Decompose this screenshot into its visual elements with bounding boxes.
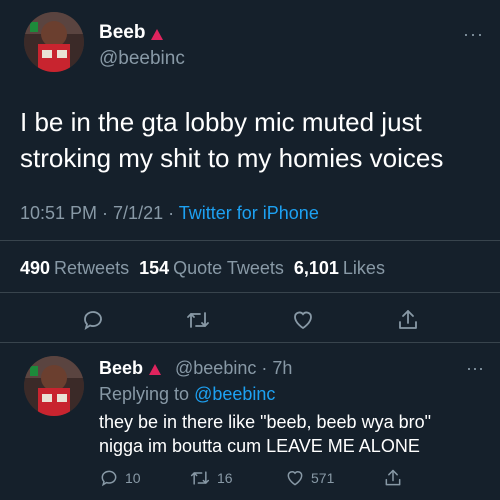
more-icon[interactable]: ··· xyxy=(466,358,484,379)
tweet-action-bar xyxy=(0,306,500,334)
author-handle[interactable]: @beebinc xyxy=(99,48,185,70)
avatar-image xyxy=(24,356,84,416)
tweet-timestamp[interactable]: 10:51 PM · 7/1/21 · xyxy=(20,203,179,223)
tweet-detail-page: Beeb @beebinc ··· I be in the gta lobby … xyxy=(0,0,500,500)
tweet-meta: 10:51 PM · 7/1/21 · Twitter for iPhone xyxy=(20,203,319,224)
share-icon[interactable] xyxy=(394,306,422,334)
reply-text: they be in there like "beeb, beeb wya br… xyxy=(99,410,489,458)
reply-count: 10 xyxy=(125,470,141,486)
reply-action-bar: 10 16 571 xyxy=(99,468,403,488)
reply-header: Beeb @beebinc · 7h xyxy=(99,358,292,379)
divider xyxy=(0,292,500,293)
author-name-row[interactable]: Beeb xyxy=(99,22,164,44)
retweet-count: 16 xyxy=(217,470,233,486)
red-triangle-icon xyxy=(149,364,162,375)
retweets-label: Retweets xyxy=(54,258,130,278)
reply-share-button[interactable] xyxy=(383,468,403,488)
like-icon xyxy=(287,471,303,486)
divider xyxy=(0,342,500,343)
likes-label: Likes xyxy=(342,258,385,278)
more-icon[interactable]: ··· xyxy=(463,24,484,45)
retweet-icon xyxy=(190,471,210,485)
replying-to-label: Replying to xyxy=(99,384,195,404)
retweets-stat[interactable]: 490 Retweets xyxy=(20,258,129,279)
quote-tweets-stat[interactable]: 154 Quote Tweets xyxy=(139,258,284,279)
reply-icon xyxy=(101,470,117,487)
likes-stat[interactable]: 6,101 Likes xyxy=(294,258,385,279)
reply-text-line: nigga im boutta cum LEAVE ME ALONE xyxy=(99,436,420,456)
share-icon xyxy=(385,469,401,486)
reply-retweet-button[interactable]: 16 xyxy=(189,468,285,488)
like-count: 571 xyxy=(311,470,335,486)
avatar[interactable] xyxy=(24,356,84,416)
avatar[interactable] xyxy=(24,12,84,72)
reply-handle-time[interactable]: @beebinc · 7h xyxy=(175,358,292,379)
quote-tweets-label: Quote Tweets xyxy=(173,258,284,278)
reply-icon[interactable] xyxy=(79,306,107,334)
likes-count: 6,101 xyxy=(293,258,339,278)
avatar-image xyxy=(24,12,84,72)
red-triangle-icon xyxy=(151,28,164,40)
tweet-source-link[interactable]: Twitter for iPhone xyxy=(179,203,319,223)
tweet-stats: 490 Retweets 154 Quote Tweets 6,101 Likes xyxy=(20,258,385,279)
quote-tweets-count: 154 xyxy=(139,258,170,278)
tweet-text: I be in the gta lobby mic muted just str… xyxy=(20,107,444,173)
reply-display-name[interactable]: Beeb xyxy=(99,358,143,379)
reply-text-line: they be in there like "beeb, beeb wya br… xyxy=(99,412,431,432)
retweets-count: 490 xyxy=(20,258,51,278)
reply-like-button[interactable]: 571 xyxy=(285,468,383,488)
like-icon[interactable] xyxy=(289,306,317,334)
replying-to-handle[interactable]: @beebinc xyxy=(194,384,275,404)
divider xyxy=(0,240,500,241)
reply-reply-button[interactable]: 10 xyxy=(99,468,189,488)
display-name[interactable]: Beeb xyxy=(99,22,145,44)
retweet-icon[interactable] xyxy=(184,306,212,334)
replying-to: Replying to @beebinc xyxy=(99,384,275,405)
